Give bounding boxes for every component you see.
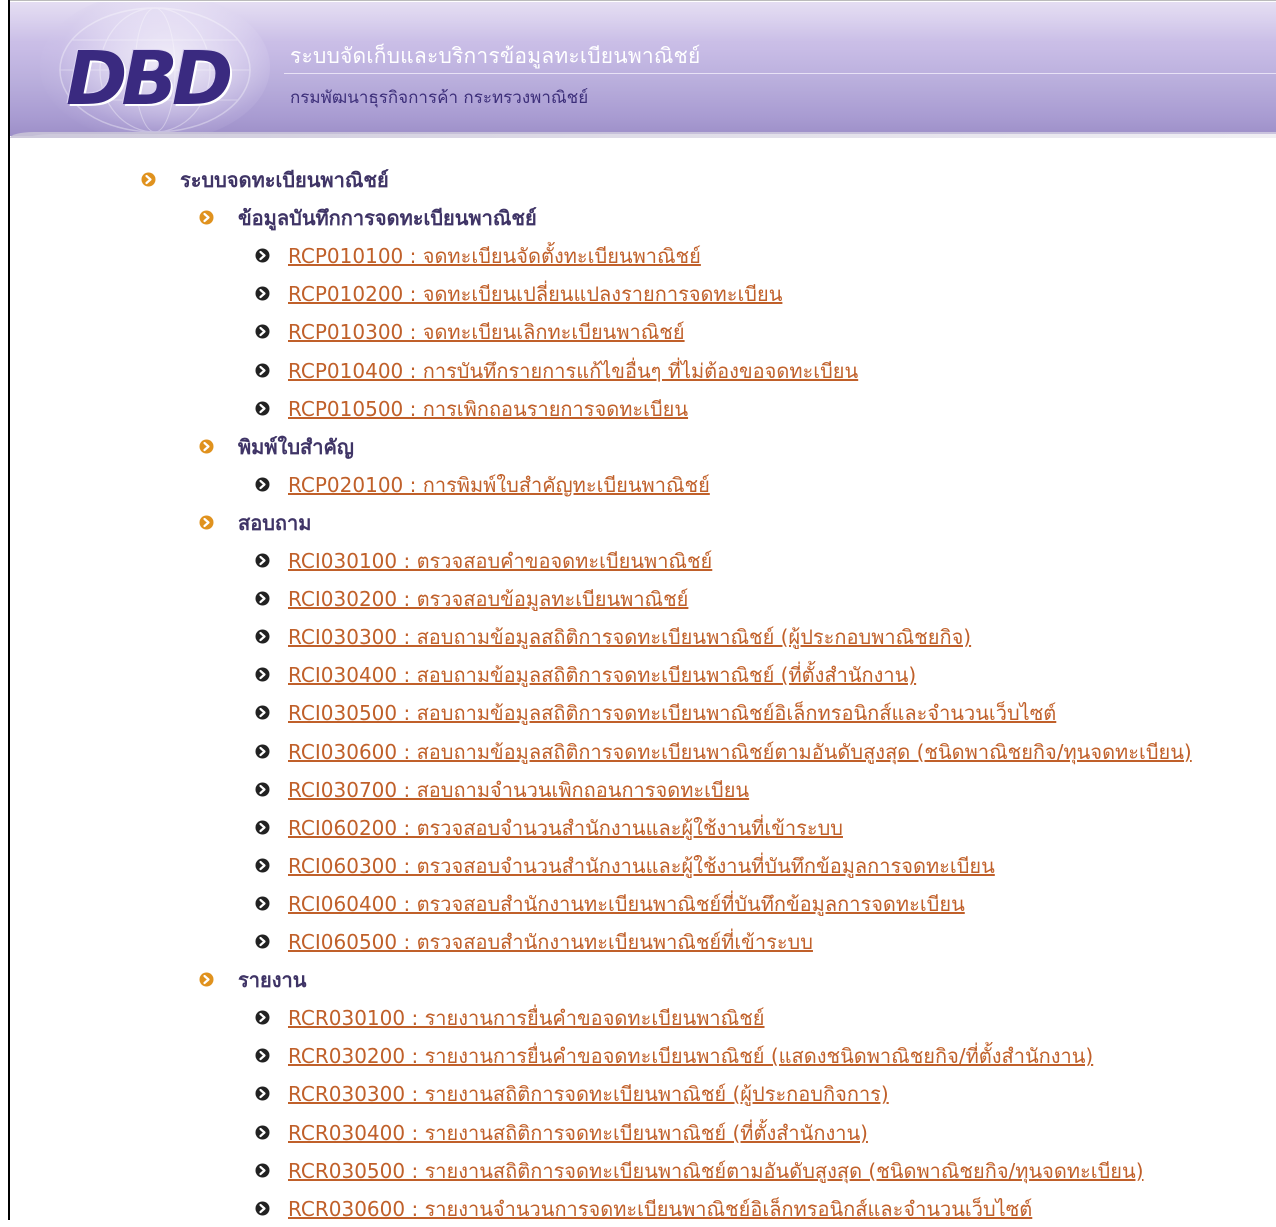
menu-item-link[interactable]: RCR030300 : รายงานสถิติการจดทะเบียนพาณิช… <box>288 1082 889 1106</box>
menu-item-link[interactable]: RCR030600 : รายงานจำนวนการจดทะเบียนพาณิช… <box>288 1197 1032 1221</box>
bullet-arrow-icon <box>199 439 214 454</box>
menu-section-heading: รายงาน <box>238 968 307 993</box>
menu-item-link[interactable]: RCI030100 : ตรวจสอบคำขอจดทะเบียนพาณิชย์ <box>288 549 712 573</box>
bullet-arrow-icon <box>255 1048 270 1063</box>
menu-item-link[interactable]: RCP010500 : การเพิกถอนรายการจดทะเบียน <box>288 397 688 421</box>
bullet-arrow-icon <box>255 744 270 759</box>
menu-item-link[interactable]: RCI060200 : ตรวจสอบจำนวนสำนักงานและผู้ใช… <box>288 816 843 840</box>
bullet-arrow-icon <box>255 363 270 378</box>
menu-root-heading: ระบบจดทะเบียนพาณิชย์ <box>180 168 389 192</box>
menu-section-heading: สอบถาม <box>238 510 312 535</box>
bullet-arrow-icon <box>255 934 270 949</box>
menu-item-link[interactable]: RCP010100 : จดทะเบียนจัดตั้งทะเบียนพาณิช… <box>288 244 701 268</box>
title-divider <box>284 73 1276 74</box>
menu-item-link[interactable]: RCI060500 : ตรวจสอบสำนักงานทะเบียนพาณิชย… <box>288 930 813 954</box>
bullet-arrow-icon <box>255 477 270 492</box>
bullet-arrow-icon <box>255 1086 270 1101</box>
bullet-arrow-icon <box>255 324 270 339</box>
menu-section-heading: พิมพ์ใบสำคัญ <box>238 434 354 459</box>
window-top-border <box>8 0 1276 1</box>
bullet-arrow-icon <box>255 553 270 568</box>
bullet-arrow-icon <box>255 782 270 797</box>
bullet-arrow-icon <box>255 1201 270 1216</box>
menu-item-link[interactable]: RCI030200 : ตรวจสอบข้อมูลทะเบียนพาณิชย์ <box>288 587 688 611</box>
bullet-arrow-icon <box>199 972 214 987</box>
bullet-arrow-icon <box>199 515 214 530</box>
menu-item-link[interactable]: RCR030400 : รายงานสถิติการจดทะเบียนพาณิช… <box>288 1121 868 1145</box>
bullet-arrow-icon <box>255 1125 270 1140</box>
header-bottom-edge <box>10 132 1276 156</box>
menu-item-link[interactable]: RCR030100 : รายงานการยื่นคำขอจดทะเบียนพา… <box>288 1006 765 1030</box>
menu-section-heading: ข้อมูลบันทึกการจดทะเบียนพาณิชย์ <box>238 206 537 231</box>
menu-item-link[interactable]: RCP010400 : การบันทึกรายการแก้ไขอื่นๆ ที… <box>288 359 858 383</box>
bullet-arrow-icon <box>255 896 270 911</box>
bullet-arrow-icon <box>255 667 270 682</box>
site-header: DBD ระบบจัดเก็บและบริการข้อมูลทะเบียนพาณ… <box>10 2 1276 136</box>
department-subtitle: กรมพัฒนาธุรกิจการค้า กระทรวงพาณิชย์ <box>290 88 589 108</box>
bullet-arrow-icon <box>255 1163 270 1178</box>
menu-item-link[interactable]: RCI030500 : สอบถามข้อมูลสถิติการจดทะเบีย… <box>288 701 1056 725</box>
bullet-arrow-icon <box>255 1010 270 1025</box>
menu-item-link[interactable]: RCR030200 : รายงานการยื่นคำขอจดทะเบียนพา… <box>288 1044 1093 1068</box>
dbd-logo: DBD <box>66 36 233 122</box>
bullet-arrow-icon <box>255 705 270 720</box>
menu-item-link[interactable]: RCP020100 : การพิมพ์ใบสำคัญทะเบียนพาณิชย… <box>288 473 710 497</box>
bullet-arrow-icon <box>255 591 270 606</box>
bullet-arrow-icon <box>255 248 270 263</box>
menu-item-link[interactable]: RCI030600 : สอบถามข้อมูลสถิติการจดทะเบีย… <box>288 740 1192 764</box>
menu-item-link[interactable]: RCI030400 : สอบถามข้อมูลสถิติการจดทะเบีย… <box>288 663 916 687</box>
bullet-arrow-icon <box>255 401 270 416</box>
menu-item-link[interactable]: RCP010200 : จดทะเบียนเปลี่ยนแปลงรายการจด… <box>288 282 782 306</box>
bullet-arrow-icon <box>255 820 270 835</box>
bullet-arrow-icon <box>255 286 270 301</box>
menu-item-link[interactable]: RCP010300 : จดทะเบียนเลิกทะเบียนพาณิชย์ <box>288 320 685 344</box>
bullet-arrow-icon <box>199 210 214 225</box>
menu-item-link[interactable]: RCR030500 : รายงานสถิติการจดทะเบียนพาณิช… <box>288 1159 1144 1183</box>
menu-item-link[interactable]: RCI030300 : สอบถามข้อมูลสถิติการจดทะเบีย… <box>288 625 971 649</box>
menu-item-link[interactable]: RCI060400 : ตรวจสอบสำนักงานทะเบียนพาณิชย… <box>288 892 965 916</box>
menu-item-link[interactable]: RCI030700 : สอบถามจำนวนเพิกถอนการจดทะเบี… <box>288 778 749 802</box>
system-title: ระบบจัดเก็บและบริการข้อมูลทะเบียนพาณิชย์ <box>290 44 701 68</box>
menu-item-link[interactable]: RCI060300 : ตรวจสอบจำนวนสำนักงานและผู้ใช… <box>288 854 995 878</box>
bullet-arrow-icon <box>141 172 156 187</box>
bullet-arrow-icon <box>255 629 270 644</box>
bullet-arrow-icon <box>255 858 270 873</box>
window-left-border <box>8 0 10 1220</box>
